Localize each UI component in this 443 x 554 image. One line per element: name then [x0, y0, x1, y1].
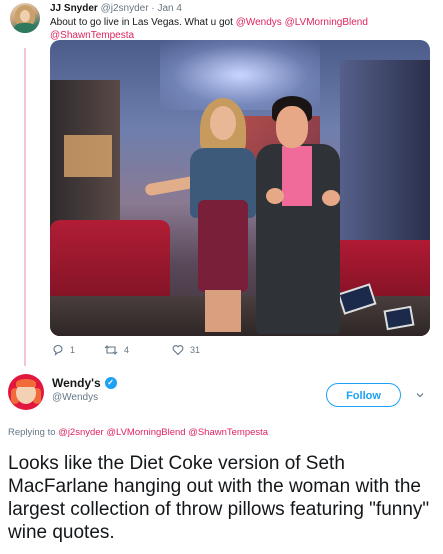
reply-action[interactable]: 1: [52, 344, 75, 356]
retweet-count: 4: [124, 345, 130, 355]
mention-wendys[interactable]: @Wendys: [236, 17, 282, 28]
retweet-action[interactable]: 4: [104, 344, 129, 356]
mention-lvmorningblend[interactable]: @LVMorningBlend: [285, 17, 368, 28]
tweet-header: JJ Snyder @j2snyder · Jan 4: [50, 2, 435, 15]
tweet-photo[interactable]: [50, 40, 430, 336]
reply-mention-lvmorningblend[interactable]: @LVMorningBlend: [106, 427, 185, 438]
reply-author-handle[interactable]: @Wendys: [52, 392, 98, 403]
reply-icon: [53, 344, 63, 356]
like-count: 31: [190, 345, 201, 355]
separator-dot: ·: [151, 3, 155, 14]
replying-to-label: Replying to: [8, 427, 56, 438]
tweet-text-prefix: About to go live in Las Vegas. What u go…: [50, 17, 233, 28]
retweet-icon: [104, 345, 118, 355]
reply-mention-j2snyder[interactable]: @j2snyder: [58, 427, 104, 438]
original-tweet: JJ Snyder @j2snyder · Jan 4 About to go …: [50, 2, 435, 42]
author-name[interactable]: JJ Snyder: [50, 3, 98, 14]
verified-icon: ✓: [104, 377, 117, 389]
like-action[interactable]: 31: [172, 344, 200, 356]
replying-to-line: Replying to @j2snyder @LVMorningBlend @S…: [8, 427, 268, 438]
reply-tweet-text: Looks like the Diet Coke version of Seth…: [8, 453, 430, 543]
author-handle[interactable]: @j2snyder: [101, 3, 149, 14]
chevron-down-icon[interactable]: [415, 390, 425, 400]
tweet-text: About to go live in Las Vegas. What u go…: [50, 16, 435, 42]
tweet-actions: 1 4 31: [52, 344, 252, 358]
tweet-date[interactable]: Jan 4: [157, 3, 181, 14]
reply-count: 1: [70, 345, 76, 355]
like-icon: [172, 345, 184, 356]
reply-author[interactable]: Wendy's ✓: [52, 376, 117, 390]
follow-button[interactable]: Follow: [326, 383, 401, 407]
reply-author-name[interactable]: Wendy's: [52, 376, 101, 390]
avatar-wendys[interactable]: [8, 374, 44, 410]
avatar-jj-snyder[interactable]: [10, 3, 40, 33]
thread-connector-line: [24, 48, 26, 366]
reply-mention-shawntempesta[interactable]: @ShawnTempesta: [188, 427, 268, 438]
